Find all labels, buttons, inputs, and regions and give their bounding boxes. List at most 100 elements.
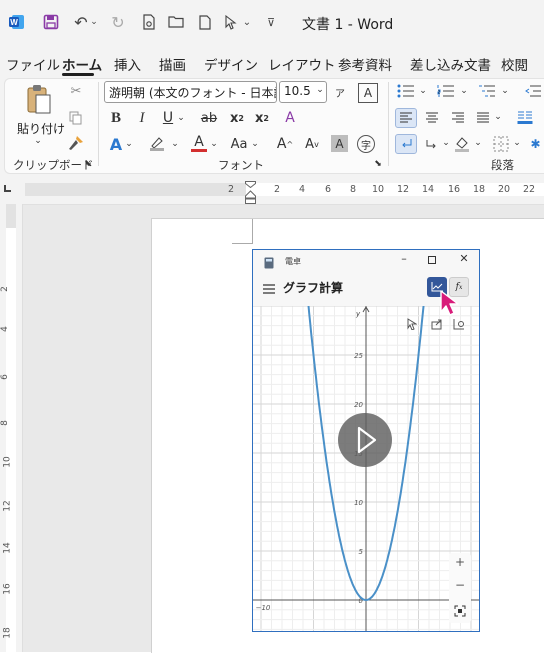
- bold-icon[interactable]: B: [108, 109, 124, 127]
- chevron-down-icon[interactable]: ⌄: [171, 139, 179, 149]
- highlight-icon[interactable]: [148, 134, 166, 152]
- hanging-indent-marker[interactable]: [245, 190, 256, 204]
- tab-file[interactable]: ファイル: [6, 54, 60, 74]
- new-document-icon[interactable]: [198, 11, 212, 33]
- ruler-number: 8: [0, 420, 10, 426]
- shading-icon[interactable]: [452, 134, 472, 154]
- vertical-ruler[interactable]: 2 4 6 8 10 12 14 16 18: [0, 204, 23, 652]
- calculator-app-icon: [264, 257, 274, 269]
- align-center-icon[interactable]: [423, 108, 441, 128]
- ribbon-tabs: ファイル ホーム 挿入 描画 デザイン レイアウト 参考資料 差し込み文書 校閲: [0, 46, 544, 76]
- first-line-indent-marker[interactable]: [245, 177, 256, 184]
- tab-mailings[interactable]: 差し込み文書: [410, 54, 491, 74]
- chevron-down-icon[interactable]: ⌄: [125, 139, 133, 149]
- zoom-out-button[interactable]: −: [449, 578, 471, 598]
- columns-icon[interactable]: [515, 108, 535, 128]
- graph-canvas[interactable]: y2520151050−10 + −: [253, 306, 479, 631]
- graph-settings-icon[interactable]: [453, 318, 467, 332]
- enclose-characters-icon[interactable]: 字: [357, 135, 375, 153]
- change-case-icon[interactable]: Aa: [229, 135, 249, 153]
- maximize-button[interactable]: [428, 256, 436, 264]
- zoom-controls: + −: [449, 553, 471, 623]
- strikethrough-icon[interactable]: ab: [199, 109, 219, 127]
- title-bar: W ↶ ⌄ ↻ ⌄ ⊽ 文書 1 - Word: [0, 0, 544, 46]
- grow-font-icon[interactable]: A^: [276, 135, 294, 153]
- cut-icon[interactable]: ✂: [67, 82, 85, 100]
- undo-icon[interactable]: ↶: [72, 11, 90, 33]
- character-border-icon[interactable]: A: [358, 83, 378, 103]
- chevron-down-icon[interactable]: ⌄: [474, 138, 482, 148]
- copy-icon[interactable]: [67, 109, 85, 127]
- share-icon[interactable]: [431, 318, 443, 332]
- hamburger-menu-icon[interactable]: [263, 283, 275, 293]
- align-left-icon[interactable]: [395, 108, 417, 128]
- superscript-icon[interactable]: x2: [254, 109, 270, 127]
- ruler-number: 2: [228, 184, 234, 195]
- word-app-icon[interactable]: W: [9, 11, 25, 33]
- chevron-down-icon[interactable]: ⌄: [419, 86, 427, 96]
- customize-toolbar-icon[interactable]: ⊽: [266, 11, 276, 33]
- save-icon[interactable]: [42, 11, 60, 33]
- paste-button-label[interactable]: 貼り付け: [17, 120, 65, 137]
- multilevel-list-icon[interactable]: [477, 82, 497, 100]
- decrease-indent-icon[interactable]: [524, 82, 542, 100]
- tab-draw[interactable]: 描画: [159, 54, 186, 74]
- italic-icon[interactable]: I: [134, 109, 150, 127]
- justify-icon[interactable]: [474, 108, 492, 128]
- video-play-overlay[interactable]: [338, 413, 392, 467]
- chevron-down-icon[interactable]: ⌄: [442, 138, 450, 148]
- asian-layout-icon[interactable]: ✱: [527, 134, 544, 154]
- tab-references[interactable]: 参考資料: [338, 54, 392, 74]
- chevron-down-icon[interactable]: ⌄: [460, 86, 468, 96]
- trace-pointer-icon[interactable]: [407, 318, 419, 332]
- close-button[interactable]: ✕: [457, 252, 471, 268]
- dialog-launcher-icon[interactable]: ⬊: [373, 159, 383, 169]
- pointer-mode-icon[interactable]: [224, 11, 238, 33]
- chevron-down-icon[interactable]: ⌄: [177, 113, 185, 123]
- reset-view-icon[interactable]: [454, 605, 466, 617]
- chevron-down-icon[interactable]: ⌄: [242, 11, 252, 33]
- chevron-down-icon[interactable]: ⌄: [513, 138, 521, 148]
- clipboard-paste-icon[interactable]: [26, 84, 52, 116]
- ruler-number: 4: [299, 184, 305, 195]
- font-color-icon[interactable]: A: [191, 134, 207, 152]
- bullets-icon[interactable]: [396, 82, 416, 100]
- zoom-in-button[interactable]: +: [449, 555, 471, 575]
- print-preview-icon[interactable]: [141, 11, 157, 33]
- chevron-down-icon[interactable]: ⌄: [210, 139, 218, 149]
- redo-icon[interactable]: ↻: [108, 11, 128, 33]
- open-folder-icon[interactable]: [167, 11, 185, 33]
- y-tick-label: 5: [359, 548, 364, 556]
- tab-design[interactable]: デザイン: [204, 54, 258, 74]
- dialog-launcher-icon[interactable]: ⬊: [83, 159, 93, 169]
- tab-insert[interactable]: 挿入: [114, 54, 141, 74]
- chevron-down-icon[interactable]: ⌄: [33, 136, 43, 146]
- align-right-icon[interactable]: [449, 108, 467, 128]
- underline-icon[interactable]: U: [160, 109, 176, 127]
- format-painter-icon[interactable]: [67, 134, 85, 152]
- line-spacing-icon[interactable]: [395, 134, 417, 154]
- clear-formatting-icon[interactable]: A: [281, 109, 299, 127]
- character-shading-icon[interactable]: A: [331, 135, 348, 152]
- paragraph-direction-icon[interactable]: [423, 134, 441, 154]
- chevron-down-icon[interactable]: ⌄: [315, 85, 325, 95]
- phonetic-guide-icon[interactable]: ア: [333, 83, 347, 101]
- ruler-number: 4: [0, 326, 10, 332]
- tab-home[interactable]: ホーム: [62, 54, 102, 74]
- shrink-font-icon[interactable]: Av: [303, 135, 321, 153]
- y-tick-label: 25: [354, 352, 363, 360]
- chevron-down-icon[interactable]: ⌄: [501, 86, 509, 96]
- numbering-icon[interactable]: [436, 82, 456, 100]
- horizontal-ruler[interactable]: 2 2 4 6 8 10 12 14 16 18 20 22: [0, 176, 544, 205]
- ruler-tab-selector[interactable]: [4, 185, 11, 192]
- tab-layout[interactable]: レイアウト: [268, 54, 336, 74]
- minimize-button[interactable]: –: [397, 252, 411, 268]
- subscript-icon[interactable]: x2: [229, 109, 245, 127]
- borders-icon[interactable]: [491, 134, 511, 154]
- undo-dropdown-icon[interactable]: ⌄: [90, 11, 98, 33]
- chevron-down-icon[interactable]: ⌄: [494, 112, 502, 122]
- chevron-down-icon[interactable]: ⌄: [251, 139, 259, 149]
- font-name-select[interactable]: 游明朝 (本文のフォント - 日本語): [104, 81, 277, 103]
- text-effects-icon[interactable]: A: [108, 135, 124, 153]
- tab-review[interactable]: 校閲: [501, 54, 528, 74]
